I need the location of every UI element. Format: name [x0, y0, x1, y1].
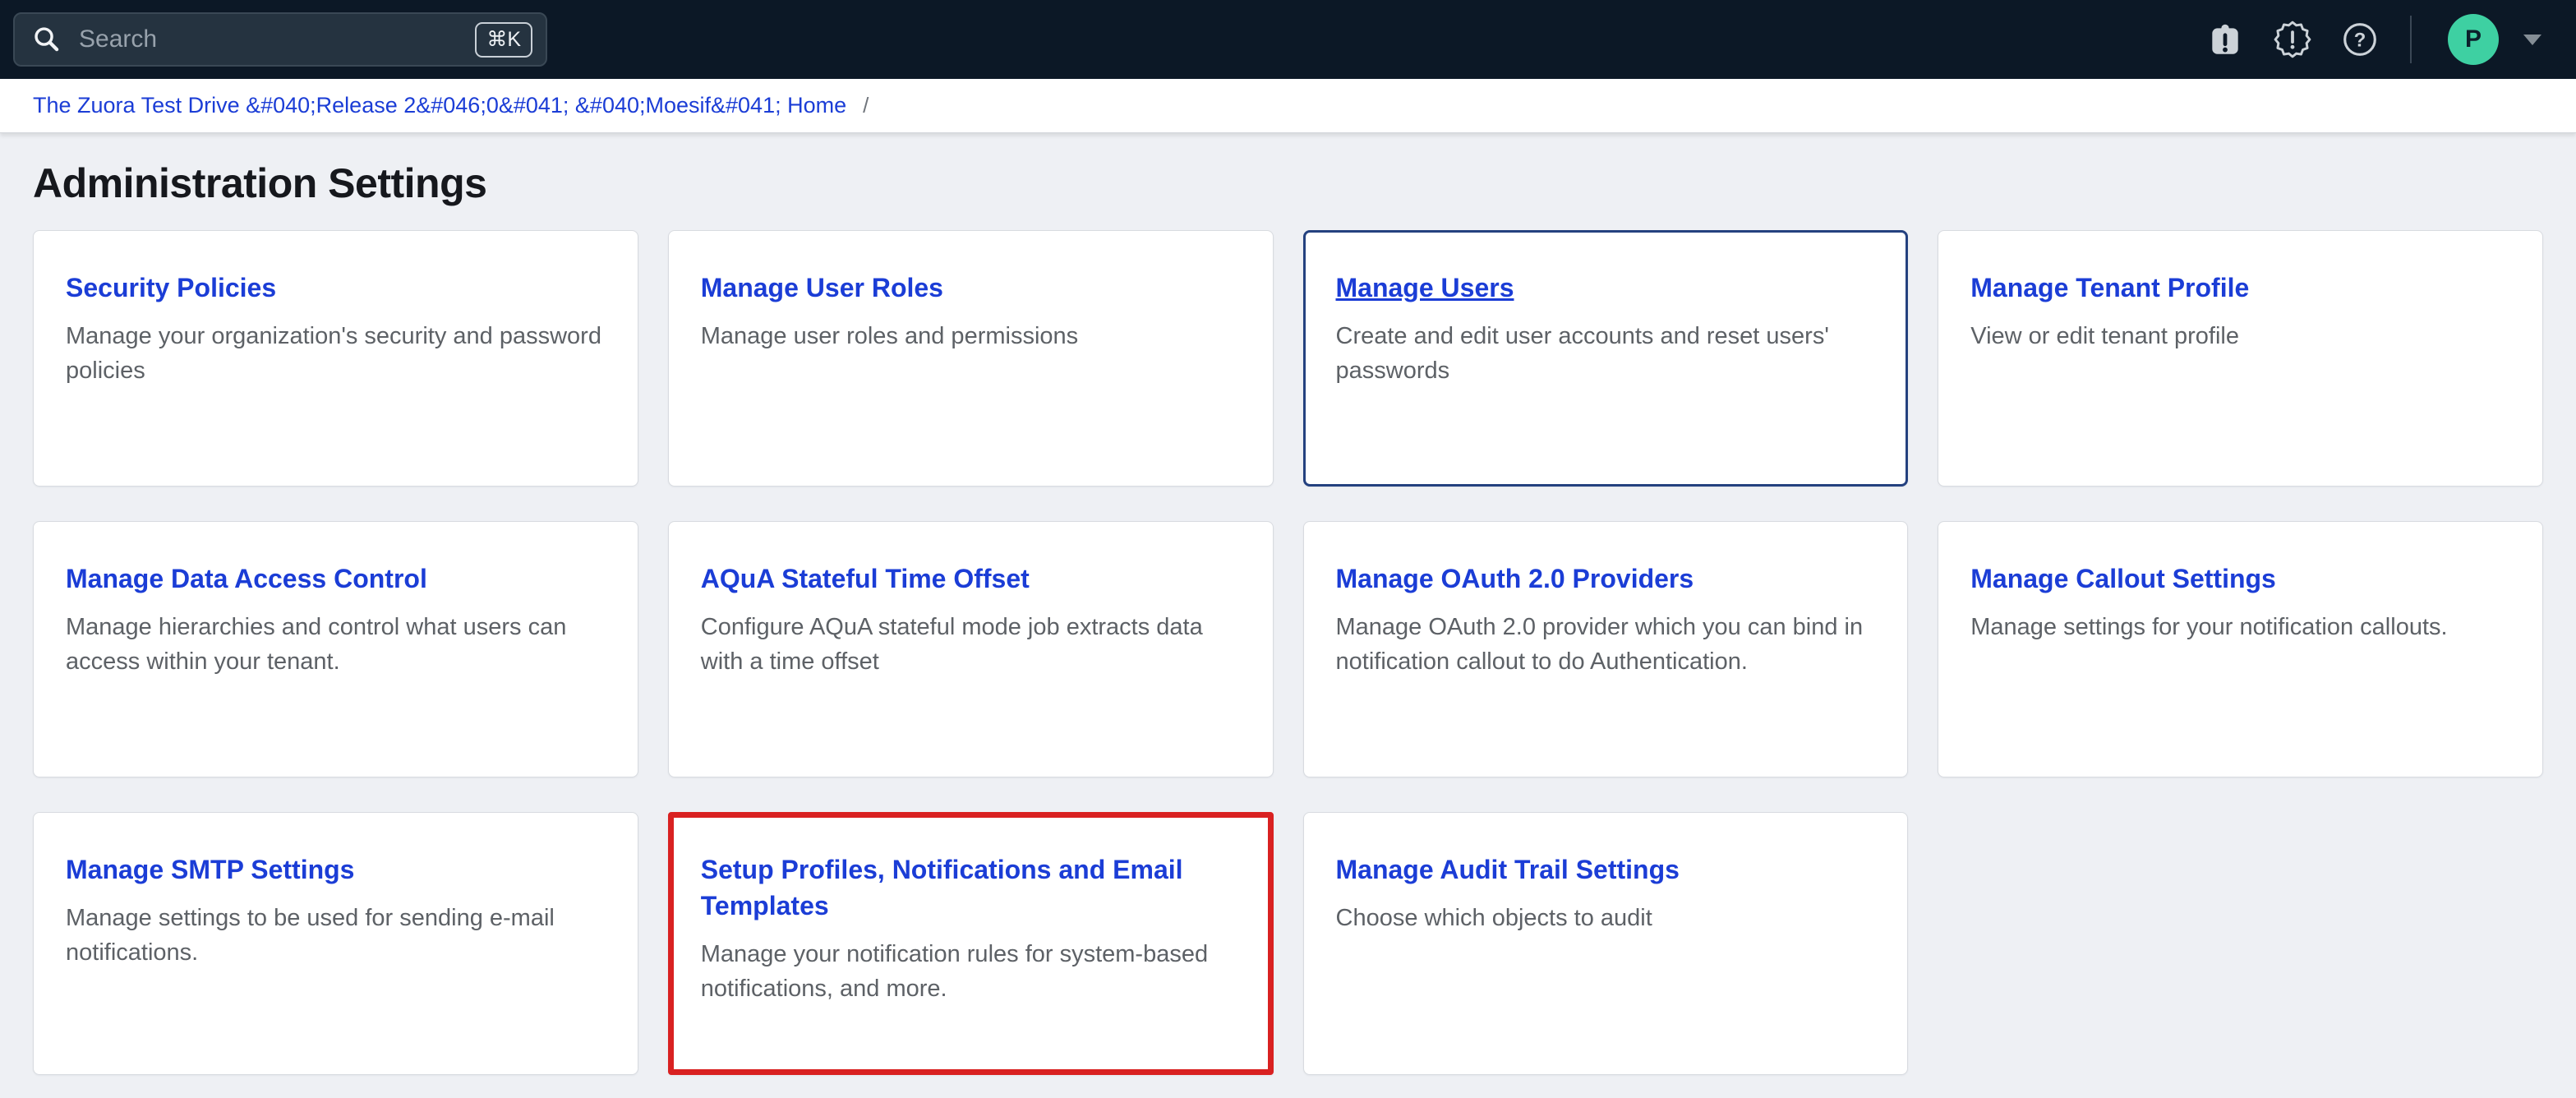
main-content: Administration Settings Security Policie… [0, 159, 2576, 1075]
card-description: Manage settings for your notification ca… [1970, 610, 2510, 644]
card-description: Manage your organization's security and … [66, 319, 606, 388]
search-icon [31, 24, 62, 55]
topbar: ⌘K ? P [0, 0, 2576, 79]
card-description: Manage your notification rules for syste… [701, 937, 1241, 1006]
user-avatar[interactable]: P [2448, 14, 2499, 65]
badge-alert-icon [2274, 21, 2311, 58]
breadcrumb-separator: / [863, 93, 869, 118]
svg-text:?: ? [2354, 29, 2366, 51]
search-input[interactable] [77, 25, 475, 54]
help-icon: ? [2341, 21, 2379, 58]
card-title-link[interactable]: Manage User Roles [701, 273, 943, 302]
card-description: Manage settings to be used for sending e… [66, 901, 606, 970]
breadcrumb-link[interactable]: The Zuora Test Drive &#040;Release 2&#04… [33, 93, 846, 118]
card-description: Manage user roles and permissions [701, 319, 1241, 353]
keyboard-shortcut-badge: ⌘K [475, 22, 532, 58]
card-description: Create and edit user accounts and reset … [1336, 319, 1876, 388]
settings-card[interactable]: Manage Audit Trail Settings Choose which… [1303, 812, 1909, 1075]
settings-card[interactable]: Manage Users Create and edit user accoun… [1303, 230, 1909, 487]
card-description: Manage OAuth 2.0 provider which you can … [1336, 610, 1876, 679]
breadcrumb: The Zuora Test Drive &#040;Release 2&#04… [0, 79, 2576, 133]
whats-new-button[interactable] [2274, 21, 2311, 58]
help-button[interactable]: ? [2341, 21, 2379, 58]
settings-card[interactable]: Manage Tenant Profile View or edit tenan… [1938, 230, 2543, 487]
topbar-divider [2410, 16, 2412, 63]
settings-card[interactable]: Manage User Roles Manage user roles and … [668, 230, 1274, 487]
settings-card[interactable]: AQuA Stateful Time Offset Configure AQuA… [668, 521, 1274, 777]
card-title-link[interactable]: Manage Callout Settings [1970, 564, 2276, 593]
card-title-link[interactable]: AQuA Stateful Time Offset [701, 564, 1030, 593]
cards-grid: Security Policies Manage your organizati… [33, 230, 2543, 1075]
settings-card[interactable]: Manage Data Access Control Manage hierar… [33, 521, 638, 777]
card-title-link[interactable]: Manage OAuth 2.0 Providers [1336, 564, 1694, 593]
card-description: Choose which objects to audit [1336, 901, 1876, 935]
tasks-alert-button[interactable] [2206, 21, 2244, 58]
user-menu-caret-icon[interactable] [2523, 35, 2541, 45]
global-search[interactable]: ⌘K [13, 12, 547, 67]
settings-card[interactable]: Setup Profiles, Notifications and Email … [668, 812, 1274, 1075]
card-description: Configure AQuA stateful mode job extract… [701, 610, 1241, 679]
topbar-actions: ? P [2206, 14, 2576, 65]
card-title-link[interactable]: Manage Data Access Control [66, 564, 427, 593]
card-description: View or edit tenant profile [1970, 319, 2510, 353]
card-title-link[interactable]: Setup Profiles, Notifications and Email … [701, 855, 1183, 920]
card-title-link[interactable]: Manage Tenant Profile [1970, 273, 2249, 302]
card-description: Manage hierarchies and control what user… [66, 610, 606, 679]
settings-card[interactable]: Security Policies Manage your organizati… [33, 230, 638, 487]
settings-card[interactable]: Manage SMTP Settings Manage settings to … [33, 812, 638, 1075]
page-title: Administration Settings [33, 159, 2543, 207]
clipboard-alert-icon [2206, 21, 2244, 58]
settings-card[interactable]: Manage Callout Settings Manage settings … [1938, 521, 2543, 777]
card-title-link[interactable]: Manage SMTP Settings [66, 855, 354, 884]
settings-card[interactable]: Manage OAuth 2.0 Providers Manage OAuth … [1303, 521, 1909, 777]
card-title-link[interactable]: Manage Audit Trail Settings [1336, 855, 1680, 884]
card-title-link[interactable]: Manage Users [1336, 273, 1514, 302]
card-title-link[interactable]: Security Policies [66, 273, 276, 302]
